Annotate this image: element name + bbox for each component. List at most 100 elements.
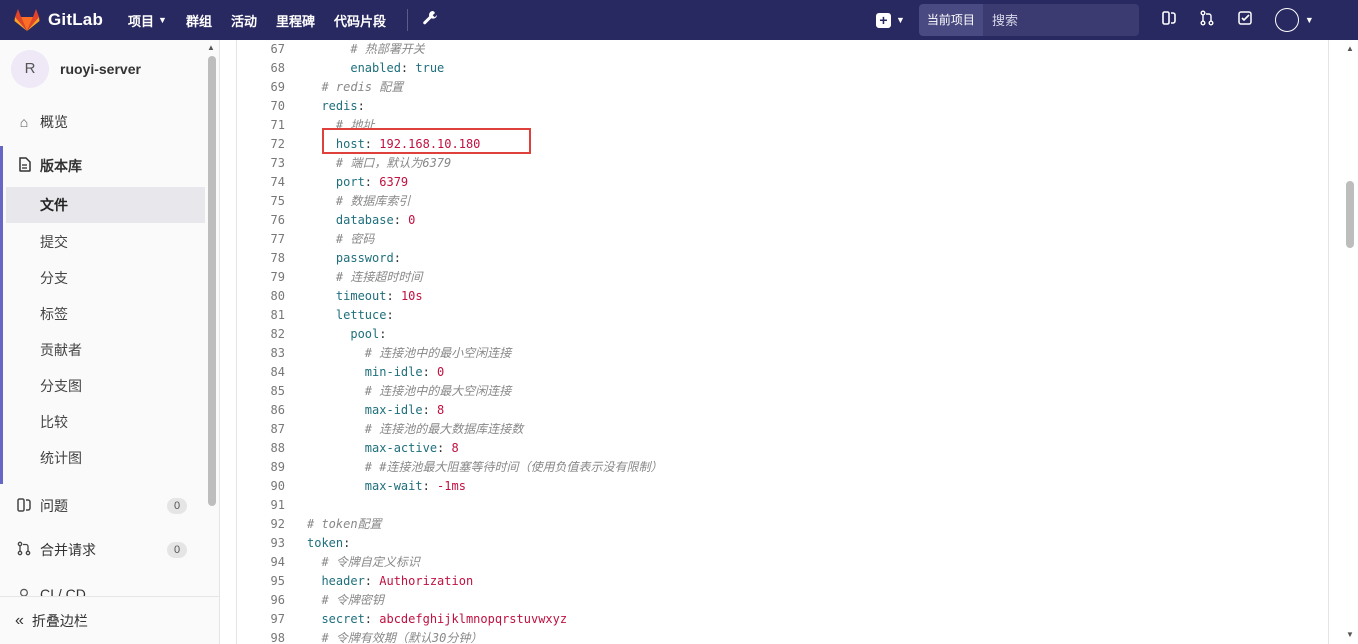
code-punct: : — [364, 612, 380, 626]
line-number[interactable]: 98 — [237, 629, 285, 644]
sidebar-item-charts[interactable]: 统计图 — [6, 440, 205, 476]
line-number[interactable]: 85 — [237, 382, 285, 401]
page-scrollbar[interactable] — [1346, 181, 1354, 248]
code-comment: # #连接池最大阻塞等待时间（使用负值表示没有限制） — [307, 460, 663, 474]
line-number[interactable]: 92 — [237, 515, 285, 534]
gitlab-logo[interactable]: GitLab — [14, 8, 114, 32]
line-number[interactable]: 75 — [237, 192, 285, 211]
line-number[interactable]: 86 — [237, 401, 285, 420]
sidebar-item-tags[interactable]: 标签 — [6, 296, 205, 332]
line-content: # 热部署开关 — [307, 40, 424, 59]
sidebar-scrollbar[interactable] — [208, 56, 216, 506]
nav-groups[interactable]: 群组 — [186, 11, 212, 30]
sidebar-item-label: 概览 — [40, 114, 68, 130]
search-input[interactable] — [982, 4, 1139, 36]
sidebar-project-header[interactable]: R ruoyi-server — [0, 40, 219, 98]
line-number[interactable]: 67 — [237, 40, 285, 59]
wrench-icon[interactable] — [422, 10, 438, 31]
line-number[interactable]: 82 — [237, 325, 285, 344]
sidebar-item-branches[interactable]: 分支 — [6, 260, 205, 296]
line-number[interactable]: 81 — [237, 306, 285, 325]
line-number[interactable]: 96 — [237, 591, 285, 610]
line-number[interactable]: 83 — [237, 344, 285, 363]
sidebar-scroll-up-arrow[interactable]: ▲ — [207, 43, 215, 52]
line-number[interactable]: 76 — [237, 211, 285, 230]
line-number[interactable]: 69 — [237, 78, 285, 97]
line-content: # 端口，默认为6379 — [307, 154, 451, 173]
code-line: 85 # 连接池中的最大空闲连接 — [237, 382, 1328, 401]
line-number[interactable]: 70 — [237, 97, 285, 116]
nav-projects[interactable]: 项目 ▼ — [128, 11, 167, 30]
project-sidebar: R ruoyi-server ⌂ 概览 版本库 文件 提交 分支 标签 贡献者 … — [0, 40, 220, 644]
line-number[interactable]: 87 — [237, 420, 285, 439]
code-comment: # 令牌自定义标识 — [307, 555, 420, 569]
merge-request-icon — [15, 541, 33, 559]
line-number[interactable]: 79 — [237, 268, 285, 287]
line-number[interactable]: 77 — [237, 230, 285, 249]
line-number[interactable]: 80 — [237, 287, 285, 306]
sidebar-item-label: 合并请求 — [40, 542, 96, 558]
collapse-label: 折叠边栏 — [31, 612, 88, 629]
code-line: 89 # #连接池最大阻塞等待时间（使用负值表示没有限制） — [237, 458, 1328, 477]
nav-snippets-label: 代码片段 — [333, 13, 386, 29]
line-number[interactable]: 88 — [237, 439, 285, 458]
page-scroll-down-arrow[interactable]: ▼ — [1346, 630, 1354, 639]
code-line: 86 max-idle: 8 — [237, 401, 1328, 420]
line-number[interactable]: 89 — [237, 458, 285, 477]
page-scroll-up-arrow[interactable]: ▲ — [1346, 44, 1354, 53]
line-content: min-idle: 0 — [307, 363, 444, 382]
nav-groups-label: 群组 — [185, 13, 212, 29]
code-comment: # 端口，默认为6379 — [307, 156, 452, 170]
sidebar-item-repository[interactable]: 版本库 — [0, 148, 205, 184]
issues-icon[interactable] — [1161, 10, 1177, 30]
line-number[interactable]: 94 — [237, 553, 285, 572]
sidebar-item-merge-requests[interactable]: 合并请求 0 — [0, 532, 205, 568]
code-key: enabled — [307, 61, 401, 75]
sidebar-item-label: 分支 — [40, 270, 68, 286]
code-line: 73 # 端口，默认为6379 — [237, 154, 1328, 173]
active-section-indicator — [0, 146, 3, 484]
sidebar-item-overview[interactable]: ⌂ 概览 — [0, 104, 205, 140]
chevron-down-icon[interactable]: ▼ — [1305, 15, 1314, 25]
line-number[interactable]: 73 — [237, 154, 285, 173]
sidebar-item-issues[interactable]: 问题 0 — [0, 488, 205, 524]
line-number[interactable]: 84 — [237, 363, 285, 382]
line-number[interactable]: 68 — [237, 59, 285, 78]
search-box: 当前项目 — [918, 4, 1139, 36]
line-number[interactable]: 71 — [237, 116, 285, 135]
code-line: 88 max-active: 8 — [237, 439, 1328, 458]
line-number[interactable]: 93 — [237, 534, 285, 553]
line-number[interactable]: 90 — [237, 477, 285, 496]
sidebar-item-contributors[interactable]: 贡献者 — [6, 332, 205, 368]
line-content: # 连接超时时间 — [307, 268, 422, 287]
nav-milestones[interactable]: 里程碑 — [276, 11, 315, 30]
sidebar-item-graph[interactable]: 分支图 — [6, 368, 205, 404]
search-scope-badge[interactable]: 当前项目 — [918, 4, 983, 36]
sidebar-item-commits[interactable]: 提交 — [6, 224, 205, 260]
sidebar-item-files[interactable]: 文件 — [6, 187, 205, 223]
code-punct: : — [393, 251, 401, 265]
top-navbar: GitLab 项目 ▼ 群组 活动 里程碑 代码片段 + ▼ 当前项目 搜索 ▼ — [0, 0, 1358, 40]
todo-check-icon[interactable] — [1237, 10, 1253, 30]
line-content: max-idle: 8 — [307, 401, 444, 420]
code-key: database — [307, 213, 394, 227]
new-dropdown-button[interactable]: + ▼ — [876, 12, 905, 28]
code-comment: # 令牌有效期（默认30分钟） — [307, 631, 483, 644]
merge-request-icon[interactable] — [1199, 10, 1215, 30]
collapse-sidebar-button[interactable]: « 折叠边栏 — [0, 596, 219, 644]
line-number[interactable]: 97 — [237, 610, 285, 629]
nav-snippets[interactable]: 代码片段 — [334, 11, 386, 30]
sidebar-item-label: 分支图 — [40, 378, 82, 394]
line-number[interactable]: 91 — [237, 496, 285, 515]
project-avatar: R — [11, 50, 49, 88]
user-avatar[interactable] — [1274, 8, 1299, 32]
line-number[interactable]: 72 — [237, 135, 285, 154]
sidebar-item-label: 比较 — [40, 414, 68, 430]
line-number[interactable]: 95 — [237, 572, 285, 591]
line-number[interactable]: 74 — [237, 173, 285, 192]
line-number[interactable]: 78 — [237, 249, 285, 268]
sidebar-item-compare[interactable]: 比较 — [6, 404, 205, 440]
line-content: # 令牌自定义标识 — [307, 553, 420, 572]
issues-icon — [15, 497, 33, 515]
nav-activity[interactable]: 活动 — [231, 11, 257, 30]
